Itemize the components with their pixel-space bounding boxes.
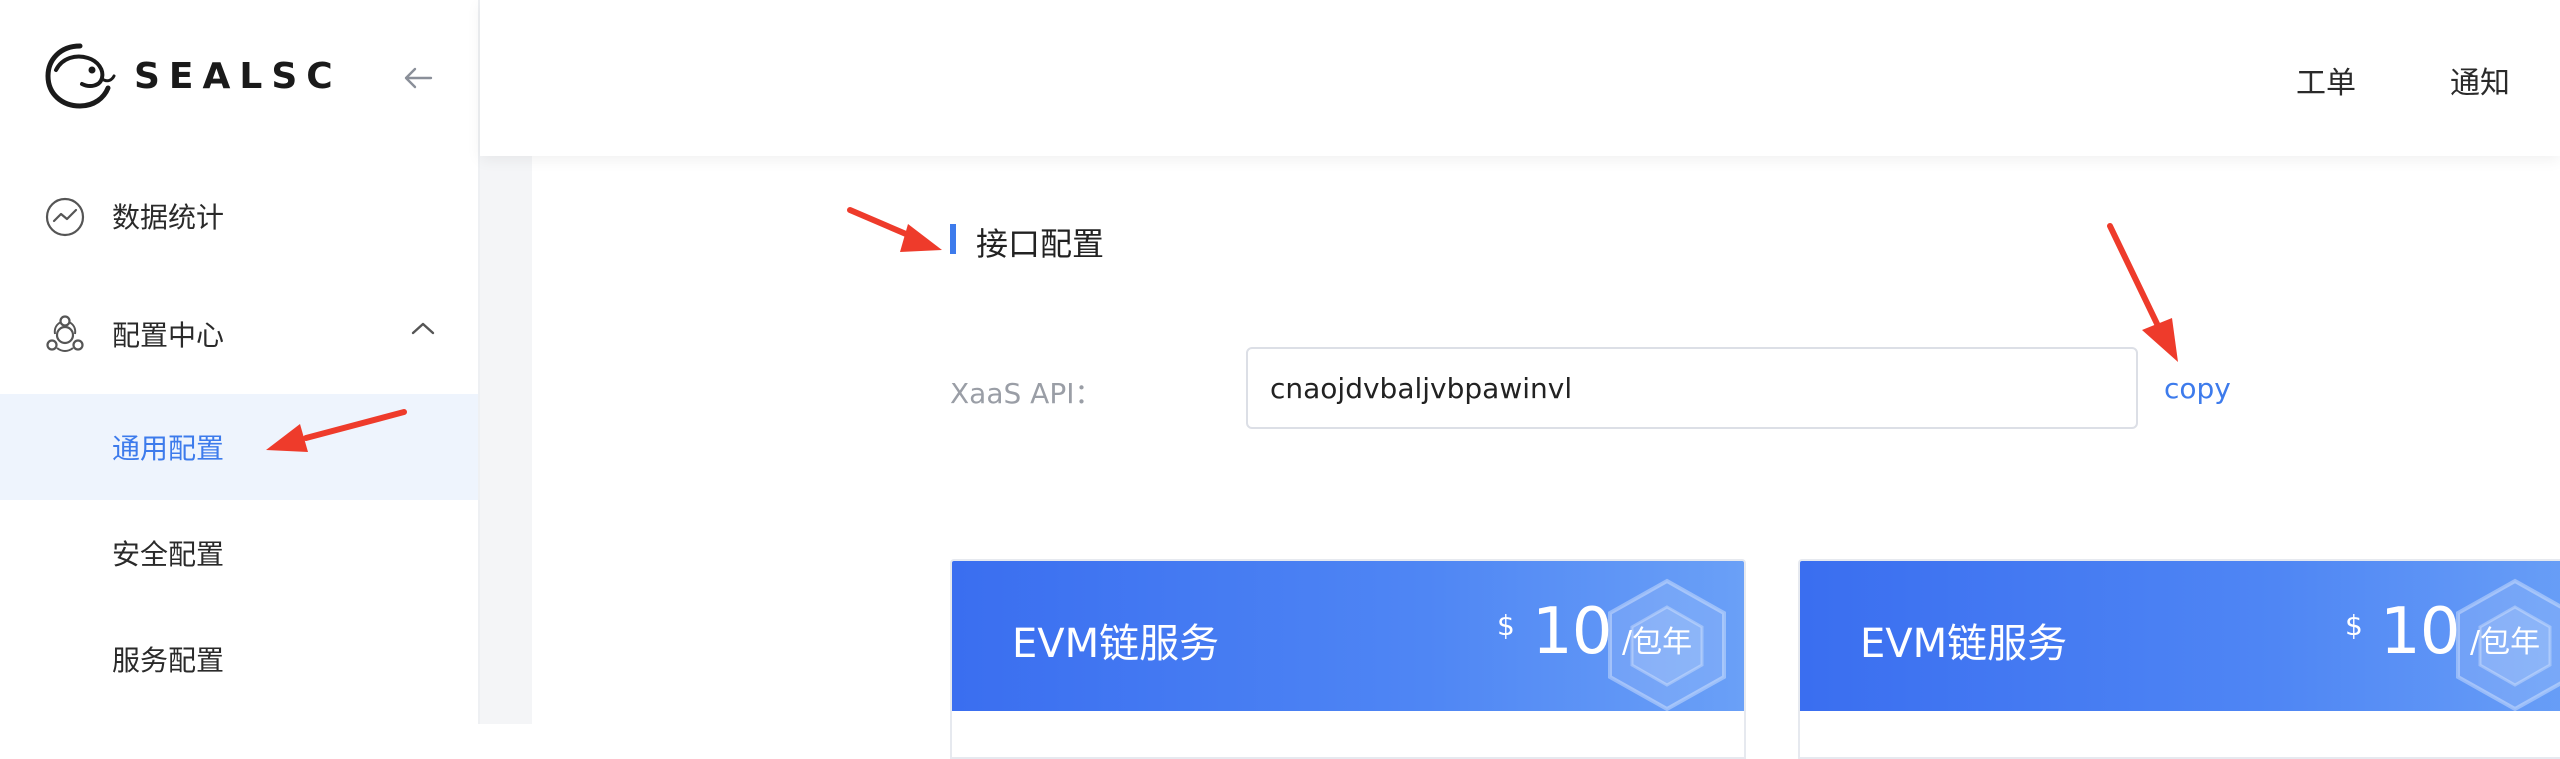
copy-button[interactable]: copy [2164, 372, 2231, 405]
seal-logo-icon [45, 43, 116, 109]
sidebar: SEALSC 数据统计 配置中心 通用配置 安全配置 服务配置 [0, 0, 480, 724]
api-key-input[interactable] [1246, 347, 2138, 429]
sidebar-item-label: 配置中心 [112, 319, 225, 352]
service-card-currency: $ [1497, 609, 1515, 642]
annotation-arrow-icon [2107, 223, 2178, 362]
config-cluster-icon [46, 315, 84, 352]
service-card[interactable]: EVM链服务 $ 10 /包年 [1798, 559, 2560, 759]
section-title-marker [950, 224, 956, 254]
sidebar-subitem-security-config[interactable]: 安全配置 [0, 500, 478, 606]
chevron-up-icon [411, 322, 435, 335]
service-card-unit: /包年 [2470, 625, 2541, 660]
sidebar-item-config-center[interactable]: 配置中心 [0, 282, 478, 386]
header-link-tickets[interactable]: 工单 [2296, 58, 2356, 102]
arrow-left-icon [404, 67, 433, 89]
service-card-price: 10 [2380, 595, 2460, 669]
collapse-sidebar-button[interactable] [396, 58, 440, 98]
section-title: 接口配置 [976, 225, 1105, 263]
sidebar-subitem-label: 服务配置 [112, 644, 225, 677]
service-card-price: 10 [1532, 595, 1612, 669]
annotation-arrow-icon [847, 207, 942, 252]
api-field-label: XaaS API： [950, 377, 1103, 410]
chart-trend-icon [45, 197, 85, 237]
sidebar-subitem-service-config[interactable]: 服务配置 [0, 606, 478, 712]
sidebar-item-data-stats[interactable]: 数据统计 [0, 164, 478, 268]
sidebar-subitem-label: 安全配置 [112, 538, 225, 571]
sidebar-subitem-general-config[interactable]: 通用配置 [0, 394, 478, 500]
top-header: 工单 通知 [480, 0, 2560, 156]
service-card-title: EVM链服务 [1860, 621, 2068, 667]
service-card[interactable]: EVM链服务 $ 10 /包年 [950, 559, 1746, 759]
service-card-unit: /包年 [1622, 625, 1693, 660]
brand-name: SEALSC [134, 55, 342, 97]
sidebar-subitem-label: 通用配置 [112, 432, 225, 465]
service-card-title: EVM链服务 [1012, 621, 1220, 667]
service-card-currency: $ [2345, 609, 2363, 642]
content-gutter [480, 156, 532, 724]
brand-logo[interactable]: SEALSC [42, 40, 342, 112]
header-link-notifications[interactable]: 通知 [2450, 58, 2510, 102]
sidebar-item-label: 数据统计 [112, 201, 225, 234]
